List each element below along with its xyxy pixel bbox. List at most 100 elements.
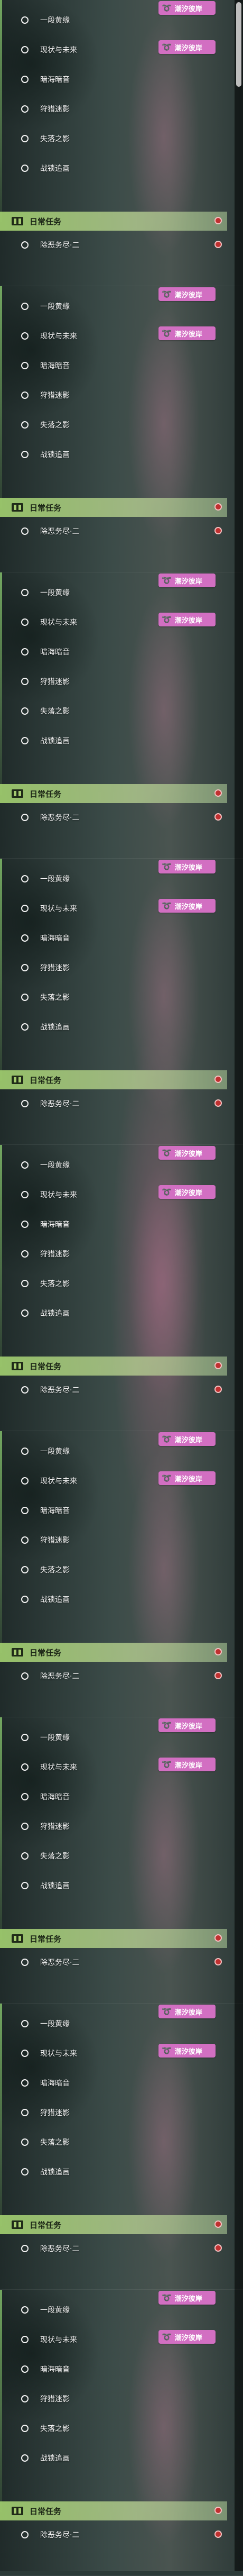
- task-label: 现状与未来: [40, 1191, 77, 1199]
- task-circle-icon: [21, 1100, 29, 1107]
- task-item[interactable]: 失落之影: [0, 1269, 227, 1298]
- task-item[interactable]: 失落之影: [0, 982, 227, 1012]
- task-item[interactable]: 失落之影: [0, 1841, 227, 1871]
- task-item[interactable]: 狩猎迷影: [0, 1525, 227, 1555]
- task-item[interactable]: 暗海暗音: [0, 65, 227, 94]
- scrollbar[interactable]: [235, 0, 243, 2571]
- daily-quest-header[interactable]: 日常任务: [0, 1070, 227, 1089]
- quest-marker-icon: [214, 217, 222, 224]
- swirl-logo-icon: ➰: [162, 3, 172, 13]
- daily-quest-label: 除恶务尽·二: [40, 527, 80, 536]
- swirl-logo-icon: ➰: [162, 2046, 172, 2055]
- task-item[interactable]: 狩猎迷影: [0, 1812, 227, 1841]
- task-item[interactable]: 狩猎迷影: [0, 667, 227, 696]
- task-label: 失落之影: [40, 2138, 70, 2147]
- tidal-badge[interactable]: ➰ 潮汐彼岸: [158, 613, 216, 626]
- daily-quest-item[interactable]: 除恶务尽·二: [0, 1950, 227, 1974]
- task-item[interactable]: 战锁追画: [0, 726, 227, 755]
- daily-quest-header[interactable]: 日常任务: [0, 212, 227, 231]
- tidal-badge[interactable]: ➰ 潮汐彼岸: [158, 287, 216, 301]
- daily-quest-item[interactable]: 除恶务尽·二: [0, 1664, 227, 1688]
- daily-quest-title: 日常任务: [30, 1361, 62, 1371]
- task-item[interactable]: 战锁追画: [0, 1871, 227, 1900]
- tidal-badge[interactable]: ➰ 潮汐彼岸: [158, 860, 216, 873]
- tidal-badge[interactable]: ➰ 潮汐彼岸: [158, 2005, 216, 2018]
- daily-quest-item[interactable]: 除恶务尽·二: [0, 2236, 227, 2261]
- task-circle-icon: [21, 165, 29, 172]
- task-circle-icon: [21, 814, 29, 821]
- daily-quest-header[interactable]: 日常任务: [0, 2501, 227, 2520]
- task-label: 一段黄缘: [40, 2020, 70, 2028]
- task-item[interactable]: 暗海暗音: [0, 351, 227, 380]
- book-icon: [12, 789, 23, 798]
- task-item[interactable]: 战锁追画: [0, 1012, 227, 1042]
- task-item[interactable]: 暗海暗音: [0, 2354, 227, 2384]
- task-item[interactable]: 战锁追画: [0, 440, 227, 469]
- task-item[interactable]: 战锁追画: [0, 153, 227, 183]
- tidal-badge[interactable]: ➰ 潮汐彼岸: [158, 1471, 216, 1485]
- task-item[interactable]: 暗海暗音: [0, 2068, 227, 2098]
- task-item[interactable]: 暗海暗音: [0, 923, 227, 953]
- tidal-badge[interactable]: ➰ 潮汐彼岸: [158, 2291, 216, 2305]
- task-label: 战锁追画: [40, 1882, 70, 1890]
- task-item[interactable]: 失落之影: [0, 124, 227, 153]
- daily-quest-header[interactable]: 日常任务: [0, 784, 227, 803]
- task-item[interactable]: 战锁追画: [0, 2443, 227, 2473]
- quest-panel: ➰ 潮汐彼岸 ➰ 潮汐彼岸 一段黄缘 现状与未来 暗海暗音 狩猎迷影 失落之影: [0, 1717, 243, 2004]
- tidal-badge[interactable]: ➰ 潮汐彼岸: [158, 574, 216, 587]
- task-item[interactable]: 失落之影: [0, 410, 227, 440]
- quest-marker-icon: [214, 1099, 222, 1107]
- tidal-badge[interactable]: ➰ 潮汐彼岸: [158, 40, 216, 54]
- task-item[interactable]: 暗海暗音: [0, 1496, 227, 1525]
- tidal-badge-label: 潮汐彼岸: [174, 1475, 202, 1483]
- task-item[interactable]: 狩猎迷影: [0, 1239, 227, 1269]
- tidal-badge[interactable]: ➰ 潮汐彼岸: [158, 2044, 216, 2058]
- daily-quest-item[interactable]: 除恶务尽·二: [0, 2523, 227, 2547]
- daily-quest-header[interactable]: 日常任务: [0, 498, 227, 517]
- daily-quest-item[interactable]: 除恶务尽·二: [0, 805, 227, 830]
- task-item[interactable]: 狩猎迷影: [0, 2384, 227, 2414]
- daily-quest-header[interactable]: 日常任务: [0, 1929, 227, 1948]
- tidal-badge[interactable]: ➰ 潮汐彼岸: [158, 1432, 216, 1446]
- task-item[interactable]: 失落之影: [0, 2127, 227, 2157]
- tidal-badge[interactable]: ➰ 潮汐彼岸: [158, 2330, 216, 2344]
- daily-quest-item[interactable]: 除恶务尽·二: [0, 519, 227, 543]
- task-circle-icon: [21, 2109, 29, 2116]
- task-item[interactable]: 失落之影: [0, 696, 227, 726]
- task-item[interactable]: 失落之影: [0, 1555, 227, 1585]
- task-circle-icon: [21, 2395, 29, 2402]
- tidal-badge[interactable]: ➰ 潮汐彼岸: [158, 1718, 216, 1732]
- task-label: 狩猎迷影: [40, 105, 70, 114]
- task-circle-icon: [21, 451, 29, 458]
- tidal-badge[interactable]: ➰ 潮汐彼岸: [158, 326, 216, 340]
- task-item[interactable]: 狩猎迷影: [0, 953, 227, 982]
- task-item[interactable]: 狩猎迷影: [0, 380, 227, 410]
- daily-quest-header[interactable]: 日常任务: [0, 1643, 227, 1662]
- task-item[interactable]: 狩猎迷影: [0, 2098, 227, 2127]
- daily-quest-header[interactable]: 日常任务: [0, 1357, 227, 1376]
- task-circle-icon: [21, 2306, 29, 2314]
- task-item[interactable]: 暗海暗音: [0, 1782, 227, 1812]
- task-item[interactable]: 失落之影: [0, 2414, 227, 2443]
- task-item[interactable]: 战锁追画: [0, 1298, 227, 1328]
- daily-quest-header[interactable]: 日常任务: [0, 2215, 227, 2234]
- task-item[interactable]: 战锁追画: [0, 1585, 227, 1614]
- task-item[interactable]: 狩猎迷影: [0, 94, 227, 124]
- daily-quest-label: 除恶务尽·二: [40, 1672, 80, 1681]
- scrollbar-thumb[interactable]: [236, 2, 241, 87]
- tidal-badge-label: 潮汐彼岸: [174, 291, 202, 299]
- tidal-badge[interactable]: ➰ 潮汐彼岸: [158, 899, 216, 913]
- quest-marker-icon: [214, 527, 222, 534]
- tidal-badge[interactable]: ➰ 潮汐彼岸: [158, 1185, 216, 1199]
- daily-quest-item[interactable]: 除恶务尽·二: [0, 233, 227, 257]
- tidal-badge[interactable]: ➰ 潮汐彼岸: [158, 1146, 216, 1160]
- tidal-badge[interactable]: ➰ 潮汐彼岸: [158, 1, 216, 15]
- tidal-badge-label: 潮汐彼岸: [174, 330, 202, 339]
- task-item[interactable]: 暗海暗音: [0, 1209, 227, 1239]
- task-item[interactable]: 暗海暗音: [0, 637, 227, 667]
- task-label: 现状与未来: [40, 332, 77, 341]
- daily-quest-item[interactable]: 除恶务尽·二: [0, 1091, 227, 1116]
- tidal-badge[interactable]: ➰ 潮汐彼岸: [158, 1758, 216, 1771]
- task-item[interactable]: 战锁追画: [0, 2157, 227, 2187]
- daily-quest-item[interactable]: 除恶务尽·二: [0, 1378, 227, 1402]
